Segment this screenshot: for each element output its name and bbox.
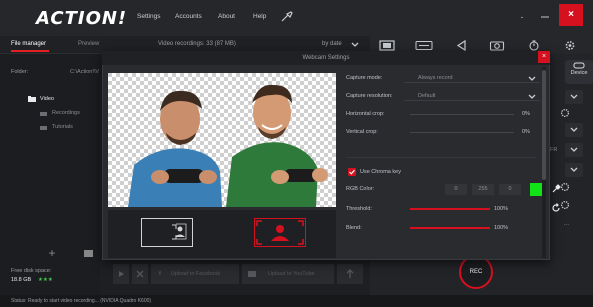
menu-settings[interactable]: Settings xyxy=(137,13,161,20)
folder-label: Folder: xyxy=(11,69,29,75)
upload-youtube-button[interactable]: Upload to YouTube xyxy=(242,264,334,284)
sort-by-select[interactable]: by date xyxy=(322,41,342,47)
red-value-input[interactable]: 0 xyxy=(445,184,467,195)
gear-icon[interactable] xyxy=(560,200,570,210)
tab-file-manager[interactable]: File manager xyxy=(11,41,46,47)
scrollbar-thumb[interactable] xyxy=(542,70,546,180)
menu-accounts[interactable]: Accounts xyxy=(175,13,202,20)
capture-resolution-label: Capture resolution: xyxy=(346,93,393,99)
layout-option-full[interactable] xyxy=(254,218,306,247)
vertical-crop-label: Vertical crop: xyxy=(346,129,378,135)
upload-facebook-label: Upload to Facebook xyxy=(170,271,221,277)
device-label: Device xyxy=(570,70,588,76)
threshold-slider[interactable] xyxy=(410,208,490,210)
green-value-input[interactable]: 255 xyxy=(472,184,494,195)
screen-record-icon[interactable] xyxy=(379,40,395,51)
chroma-key-label: Use Chroma key xyxy=(360,169,401,175)
tree-item-recordings[interactable]: Recordings xyxy=(52,110,80,116)
youtube-icon xyxy=(248,270,256,277)
device-button[interactable]: Device xyxy=(565,60,593,84)
upload-button[interactable] xyxy=(337,264,363,284)
timer-icon[interactable] xyxy=(526,40,542,51)
dialog-title: Webcam Settings xyxy=(302,55,350,61)
capture-resolution-value: Default xyxy=(418,93,436,99)
section-divider xyxy=(346,157,536,158)
close-window-button[interactable]: × xyxy=(559,4,583,26)
play-button[interactable] xyxy=(113,264,129,284)
dialog-close-button[interactable]: × xyxy=(538,51,550,63)
upload-youtube-label: Upload to YouTube xyxy=(268,271,315,277)
horizontal-crop-label: Horizontal crop: xyxy=(346,111,385,117)
gear-icon[interactable] xyxy=(560,108,570,118)
disk-space-rating: ★★★ xyxy=(38,277,53,283)
more-options[interactable]: ... xyxy=(564,221,569,227)
menu-about[interactable]: About xyxy=(218,13,235,20)
camera-icon[interactable] xyxy=(489,40,505,51)
chevron-down-icon xyxy=(528,76,536,82)
rgb-color-label: RGB Color: xyxy=(346,186,375,192)
horizontal-crop-slider[interactable] xyxy=(410,114,514,115)
audio-icon[interactable] xyxy=(454,40,470,51)
threshold-label: Threshold: xyxy=(346,206,372,212)
chevron-down-icon[interactable] xyxy=(351,42,359,48)
horizontal-crop-value: 0% xyxy=(522,111,530,117)
pin-icon[interactable] xyxy=(280,11,294,23)
record-button[interactable]: REC xyxy=(459,255,493,289)
blue-value-input[interactable]: 0 xyxy=(499,184,521,195)
folder-path-input[interactable]: C:\Action!\V xyxy=(70,69,99,75)
status-text: Status: Ready to start video recording..… xyxy=(11,298,152,304)
capture-mode-value: Always record xyxy=(418,75,453,81)
right-dropdown[interactable] xyxy=(565,143,583,157)
eyedropper-icon[interactable] xyxy=(551,184,561,194)
tree-item-tutorials[interactable]: Tutorials xyxy=(52,124,73,130)
webcam-preview xyxy=(108,73,336,207)
delete-button[interactable] xyxy=(132,264,148,284)
gear-icon[interactable] xyxy=(562,40,578,51)
open-folder-button[interactable] xyxy=(76,246,100,260)
blend-label: Blend: xyxy=(346,225,362,231)
blend-value: 100% xyxy=(494,225,509,231)
chroma-key-checkbox[interactable] xyxy=(348,168,356,176)
folder-icon xyxy=(28,96,36,102)
upload-facebook-button[interactable]: f Upload to Facebook xyxy=(151,264,239,284)
recordings-count: Video recordings: 33 (87 MB) xyxy=(158,41,236,47)
hd-icon[interactable] xyxy=(415,40,433,51)
fps-partial-label: FR xyxy=(550,147,558,153)
threshold-value: 100% xyxy=(494,206,509,212)
folder-icon xyxy=(40,125,47,130)
capture-mode-label: Capture mode: xyxy=(346,75,383,81)
facebook-icon: f xyxy=(159,271,161,277)
vertical-crop-slider[interactable] xyxy=(410,132,514,133)
gear-icon[interactable] xyxy=(560,182,570,192)
app-logo: ACTION! xyxy=(36,8,128,29)
reset-icon[interactable] xyxy=(551,203,561,213)
menu-help[interactable]: Help xyxy=(253,13,266,20)
layout-option-small[interactable] xyxy=(141,218,193,247)
add-folder-button[interactable]: + xyxy=(40,246,64,260)
disk-space-value: 18.8 GB xyxy=(11,277,32,283)
right-dropdown[interactable] xyxy=(565,90,583,104)
maximize-button[interactable] xyxy=(536,8,554,26)
tab-preview[interactable]: Preview xyxy=(78,41,99,47)
chevron-down-icon xyxy=(528,94,536,100)
right-dropdown[interactable] xyxy=(565,123,583,137)
vertical-crop-value: 0% xyxy=(522,129,530,135)
blend-slider[interactable] xyxy=(410,227,490,229)
active-tab-underline xyxy=(11,50,49,52)
minimize-button[interactable]: - xyxy=(513,8,531,26)
tree-item-video[interactable]: Video xyxy=(40,96,54,102)
folder-icon xyxy=(40,111,47,116)
right-dropdown[interactable] xyxy=(565,163,583,177)
disk-space-label: Free disk space: xyxy=(11,268,52,274)
